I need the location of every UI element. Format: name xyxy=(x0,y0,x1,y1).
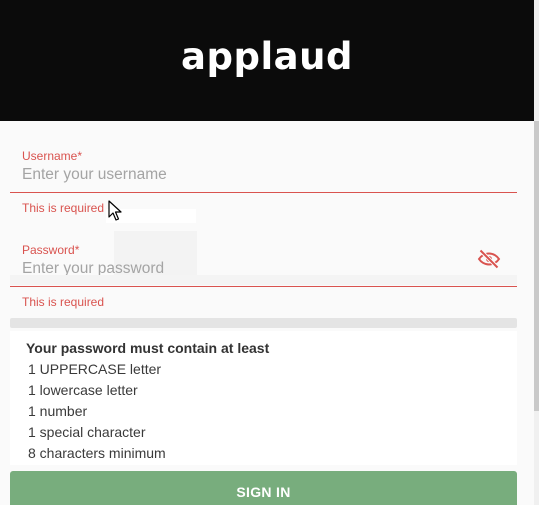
requirement-item: 1 special character xyxy=(28,424,146,440)
password-requirements: Your password must contain at least 1 UP… xyxy=(10,331,517,465)
app-header: applaud xyxy=(0,0,534,121)
password-label: Password* xyxy=(22,243,80,257)
username-underline xyxy=(10,192,517,193)
username-label: Username* xyxy=(22,149,83,163)
password-strength-bar xyxy=(10,318,517,328)
applaud-logo: applaud xyxy=(181,35,353,78)
username-input[interactable] xyxy=(22,164,472,186)
requirement-item: 1 number xyxy=(28,403,88,419)
requirement-item: 8 characters minimum xyxy=(28,445,166,461)
requirement-item: 1 lowercase letter xyxy=(28,382,138,398)
requirement-item: 1 UPPERCASE letter xyxy=(28,361,162,377)
overlay-patch xyxy=(10,275,517,285)
mouse-cursor-icon xyxy=(108,200,122,221)
password-underline xyxy=(10,286,517,287)
scrollbar-thumb[interactable] xyxy=(534,121,539,411)
username-error: This is required xyxy=(22,201,105,215)
sign-in-button[interactable]: SIGN IN xyxy=(10,471,517,505)
password-error: This is required xyxy=(22,295,105,309)
requirements-title: Your password must contain at least xyxy=(26,340,270,356)
eye-off-icon[interactable] xyxy=(477,247,501,271)
